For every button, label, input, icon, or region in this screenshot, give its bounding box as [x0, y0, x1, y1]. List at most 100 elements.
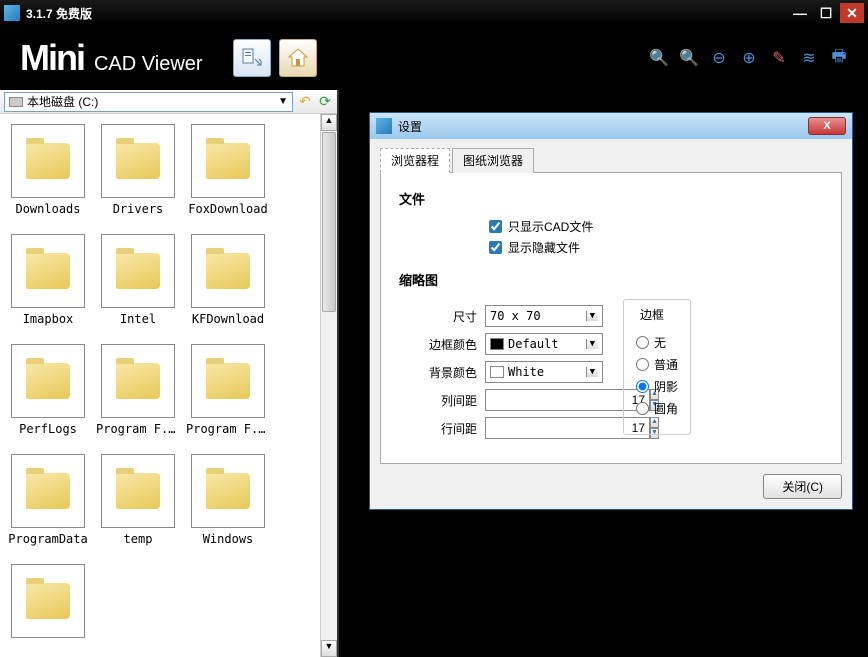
zoom-minus-icon[interactable]: ⊖ [710, 49, 728, 67]
combo-size[interactable]: 70 x 70 ▼ [485, 305, 603, 327]
label-col-gap: 列间距 [399, 392, 477, 409]
folder-item[interactable] [6, 564, 90, 642]
dialog-titlebar: 设置 X [370, 113, 852, 139]
folder-item[interactable]: Program F... [96, 344, 180, 436]
radio-border-normal[interactable] [636, 358, 649, 371]
home-button[interactable] [279, 39, 317, 77]
home-icon [286, 46, 310, 70]
folder-thumb [11, 564, 85, 638]
folder-label: temp [96, 532, 180, 546]
drive-bar: 本地磁盘 (C:) ▼ ↶ ⟳ [0, 90, 337, 114]
folder-icon [116, 143, 160, 179]
folder-item[interactable]: ProgramData [6, 454, 90, 546]
app-logo: Mini CAD Viewer [20, 37, 203, 79]
folder-thumb [11, 124, 85, 198]
folder-label: ProgramData [6, 532, 90, 546]
tab-browser[interactable]: 浏览器程 [380, 148, 450, 173]
label-border-none: 无 [654, 334, 666, 351]
checkbox-cad-only[interactable] [489, 220, 502, 233]
main-toolbar: Mini CAD Viewer 🔍 🔍 ⊖ ⊕ ✎ ≋ 🖶 [0, 26, 868, 90]
browse-mode-button[interactable] [233, 39, 271, 77]
folder-label: Imapbox [6, 312, 90, 326]
file-browser-panel: 本地磁盘 (C:) ▼ ↶ ⟳ Downloads Drivers FoxDownl… [0, 90, 337, 657]
label-border-round: 圆角 [654, 400, 678, 417]
folder-thumb [101, 124, 175, 198]
refresh-button[interactable]: ⟳ [317, 94, 333, 110]
folder-label: Downloads [6, 202, 90, 216]
folder-item[interactable]: Imapbox [6, 234, 90, 326]
preview-panel: 设置 X 浏览器程 图纸浏览器 文件 只显示CAD文件 显示隐藏文件 [337, 90, 868, 657]
bg-color-swatch [490, 366, 504, 378]
logo-sub: CAD Viewer [94, 53, 203, 76]
folder-item[interactable]: FoxDownload [186, 124, 270, 216]
folder-item[interactable]: PerfLogs [6, 344, 90, 436]
zoom-in-icon[interactable]: 🔍 [650, 49, 668, 67]
window-close-button[interactable]: ✕ [840, 3, 864, 23]
label-bg-color: 背景颜色 [399, 364, 477, 381]
radio-border-shadow[interactable] [636, 380, 649, 393]
folder-thumb [11, 234, 85, 308]
radio-border-none[interactable] [636, 336, 649, 349]
scrollbar[interactable]: ▲ ▼ [320, 114, 337, 657]
maximize-button[interactable]: ☐ [814, 3, 838, 23]
folder-item[interactable]: KFDownload [186, 234, 270, 326]
logo-main: Mini [20, 37, 84, 79]
scroll-down-icon[interactable]: ▼ [321, 640, 337, 657]
folder-item[interactable]: Windows [186, 454, 270, 546]
border-group-title: 边框 [636, 306, 668, 323]
folder-icon [26, 253, 70, 289]
chevron-down-icon: ▼ [586, 311, 598, 321]
layers-icon[interactable]: ≋ [800, 49, 818, 67]
label-border-shadow: 阴影 [654, 378, 678, 395]
scroll-thumb[interactable] [322, 132, 336, 312]
checkbox-show-hidden[interactable] [489, 241, 502, 254]
close-button[interactable]: 关闭(C) [763, 474, 842, 499]
radio-border-round[interactable] [636, 402, 649, 415]
folder-icon [206, 143, 250, 179]
label-show-hidden: 显示隐藏文件 [508, 239, 580, 256]
print-icon[interactable]: 🖶 [830, 49, 848, 67]
folder-label: FoxDownload [186, 202, 270, 216]
dialog-icon [376, 118, 392, 134]
folder-icon [26, 473, 70, 509]
combo-bg-color[interactable]: White ▼ [485, 361, 603, 383]
folder-icon [26, 143, 70, 179]
folder-thumb [101, 234, 175, 308]
folder-item[interactable]: Downloads [6, 124, 90, 216]
drive-selector[interactable]: 本地磁盘 (C:) ▼ [4, 92, 293, 112]
folder-label: PerfLogs [6, 422, 90, 436]
border-color-swatch [490, 338, 504, 350]
zoom-plus-icon[interactable]: ⊕ [740, 49, 758, 67]
scroll-up-icon[interactable]: ▲ [321, 114, 337, 131]
settings-dialog: 设置 X 浏览器程 图纸浏览器 文件 只显示CAD文件 显示隐藏文件 [369, 112, 853, 510]
folder-thumb [101, 344, 175, 418]
label-size: 尺寸 [399, 308, 477, 325]
tool-icon[interactable]: ✎ [770, 49, 788, 67]
folder-item[interactable]: temp [96, 454, 180, 546]
folder-icon [26, 583, 70, 619]
nav-up-button[interactable]: ↶ [297, 94, 313, 110]
folder-icon [206, 473, 250, 509]
chevron-down-icon: ▼ [586, 339, 598, 349]
combo-size-value: 70 x 70 [490, 309, 541, 323]
combo-border-color[interactable]: Default ▼ [485, 333, 603, 355]
dialog-close-button[interactable]: X [808, 117, 846, 135]
tab-drawing-browser[interactable]: 图纸浏览器 [452, 148, 534, 173]
minimize-button[interactable]: — [788, 3, 812, 23]
folder-label: Drivers [96, 202, 180, 216]
folder-icon [206, 363, 250, 399]
window-titlebar: 3.1.7 免费版 — ☐ ✕ [0, 0, 868, 26]
folder-label: Program F... [96, 422, 180, 436]
folder-icon [116, 363, 160, 399]
main-area: 本地磁盘 (C:) ▼ ↶ ⟳ Downloads Drivers FoxDownl… [0, 90, 868, 657]
chevron-down-icon: ▼ [586, 367, 598, 377]
folder-label: Windows [186, 532, 270, 546]
folder-item[interactable]: Program F... [186, 344, 270, 436]
folder-item[interactable]: Intel [96, 234, 180, 326]
folder-thumb [11, 454, 85, 528]
drive-label: 本地磁盘 (C:) [27, 93, 98, 110]
folder-item[interactable]: Drivers [96, 124, 180, 216]
disk-icon [9, 97, 23, 107]
document-list-icon [241, 47, 263, 69]
zoom-out-icon[interactable]: 🔍 [680, 49, 698, 67]
